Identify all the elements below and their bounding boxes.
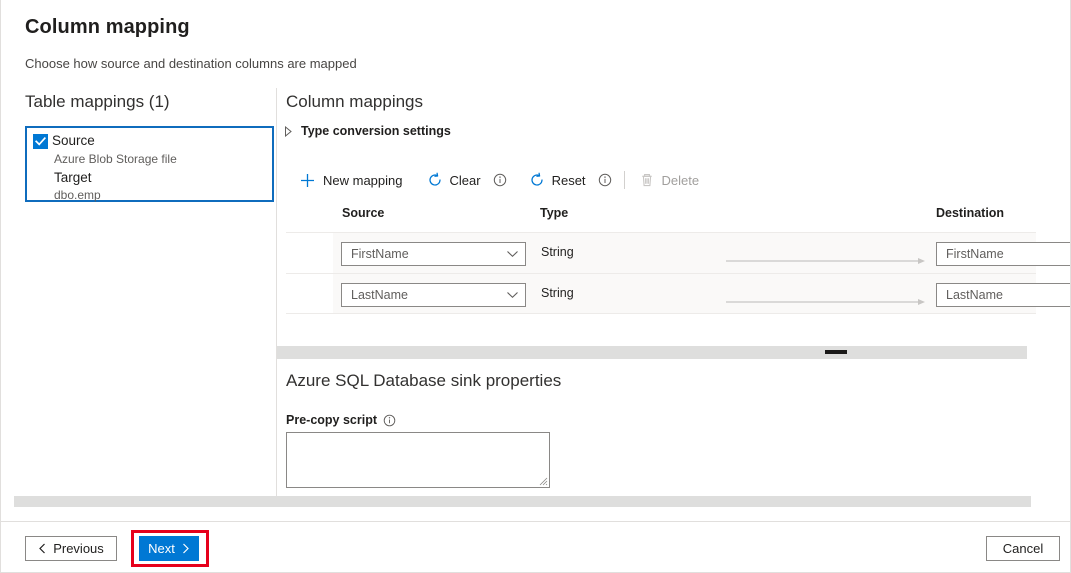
sink-properties-heading: Azure SQL Database sink properties — [286, 371, 561, 391]
panel-divider — [276, 88, 277, 500]
card-source-label: Source — [52, 132, 95, 150]
toolbar-separator — [624, 171, 625, 189]
refresh-icon — [427, 172, 443, 188]
clear-button[interactable]: Clear — [425, 172, 483, 188]
page-title: Column mapping — [25, 16, 190, 39]
column-header-source: Source — [342, 206, 384, 220]
refresh-icon — [529, 172, 545, 188]
table-row[interactable]: LastName String LastName — [286, 273, 1036, 314]
column-header-type: Type — [540, 206, 568, 220]
destination-column-value: FirstName — [946, 247, 1004, 261]
plus-icon — [299, 172, 316, 189]
delete-button: Delete — [637, 172, 702, 188]
reset-info-icon[interactable] — [598, 173, 612, 187]
table-mapping-card[interactable]: Source Azure Blob Storage file Target db… — [25, 126, 274, 202]
next-label: Next — [148, 541, 175, 556]
resize-grip-icon[interactable] — [539, 477, 548, 486]
trash-icon — [639, 172, 655, 188]
previous-label: Previous — [53, 541, 104, 556]
source-column-select[interactable]: LastName — [341, 283, 526, 307]
chevron-left-icon — [38, 543, 47, 554]
reset-label: Reset — [552, 173, 586, 188]
source-column-select[interactable]: FirstName — [341, 242, 526, 266]
cancel-label: Cancel — [1003, 541, 1043, 556]
new-mapping-button[interactable]: New mapping — [297, 172, 405, 189]
footer-divider — [1, 521, 1071, 522]
scrollbar-thumb[interactable] — [825, 350, 847, 354]
chevron-right-icon — [181, 543, 190, 554]
new-mapping-label: New mapping — [323, 173, 403, 188]
card-target-value: dbo.emp — [33, 187, 266, 204]
table-mappings-heading: Table mappings (1) — [25, 92, 170, 112]
chevron-right-icon — [284, 126, 293, 137]
destination-column-value: LastName — [946, 288, 1003, 302]
precopy-script-label: Pre-copy script — [286, 413, 377, 427]
page-subtitle: Choose how source and destination column… — [25, 56, 357, 71]
table-mapping-checkbox[interactable] — [33, 134, 48, 149]
table-row[interactable]: FirstName String FirstName — [286, 232, 1036, 273]
precopy-info-icon[interactable] — [383, 414, 396, 427]
reset-button[interactable]: Reset — [527, 172, 588, 188]
clear-label: Clear — [450, 173, 481, 188]
column-mappings-heading: Column mappings — [286, 92, 423, 112]
column-mapping-page: Column mapping Choose how source and des… — [0, 0, 1071, 573]
page-horizontal-scrollbar[interactable] — [14, 496, 1031, 507]
card-target-label: Target — [33, 168, 266, 187]
source-column-value: FirstName — [351, 247, 506, 261]
delete-label: Delete — [662, 173, 700, 188]
type-conversion-settings-expander[interactable]: Type conversion settings — [284, 124, 451, 138]
mapping-arrow-icon — [726, 252, 926, 260]
mapping-arrow-icon — [726, 293, 926, 301]
next-button[interactable]: Next — [139, 536, 199, 561]
chevron-down-icon — [506, 291, 519, 299]
previous-button[interactable]: Previous — [25, 536, 117, 561]
chevron-down-icon — [506, 250, 519, 258]
source-column-value: LastName — [351, 288, 506, 302]
column-header-destination: Destination — [936, 206, 1004, 220]
clear-info-icon[interactable] — [493, 173, 507, 187]
grid-header-row: Source Type Destination — [286, 202, 1036, 232]
precopy-script-textarea[interactable] — [286, 432, 550, 488]
destination-column-input[interactable]: LastName — [936, 283, 1071, 307]
cancel-button[interactable]: Cancel — [986, 536, 1060, 561]
card-source-value: Azure Blob Storage file — [33, 151, 266, 168]
grid-horizontal-scrollbar[interactable] — [277, 346, 1027, 359]
destination-column-input[interactable]: FirstName — [936, 242, 1071, 266]
column-mappings-grid: Source Type Destination FirstName String — [286, 202, 1036, 314]
type-value: String — [541, 245, 574, 259]
type-value: String — [541, 286, 574, 300]
precopy-script-label-group: Pre-copy script — [286, 413, 396, 427]
table-mappings-panel: Table mappings (1) Source Azure Blob Sto… — [1, 88, 276, 500]
column-mappings-toolbar: New mapping Clear — [297, 166, 701, 194]
type-conversion-settings-label: Type conversion settings — [301, 124, 451, 138]
